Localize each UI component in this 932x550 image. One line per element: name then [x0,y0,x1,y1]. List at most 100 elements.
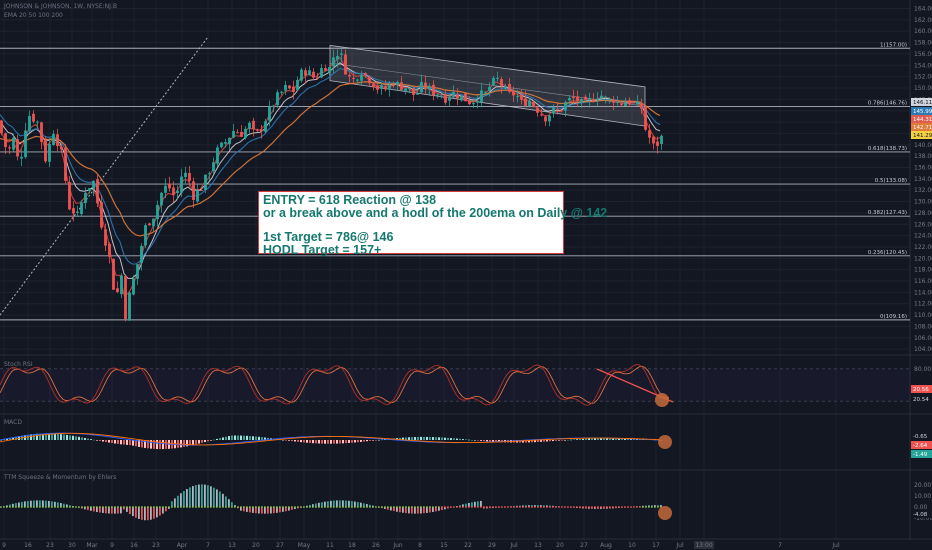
ttm-squeeze-dot [33,506,35,508]
candle-body [348,74,351,77]
ttm-squeeze-dot [603,506,605,508]
ttm-squeeze-dot [390,506,392,508]
ttm-squeeze-dot [624,506,626,508]
ttm-histogram-bar [201,484,203,507]
ttm-histogram-bar [270,507,272,514]
macd-histogram-bar [417,436,419,440]
price-axis-tick: 132.00 [914,187,932,194]
macd-histogram-bar [549,440,551,442]
candle-body [652,136,655,144]
ttm-squeeze-dot [240,506,242,508]
candle-body [12,137,15,150]
candle-body [244,128,247,138]
candle-body [232,130,235,138]
ttm-squeeze-dot [267,506,269,508]
ttm-histogram-bar [420,507,422,514]
ttm-histogram-bar [192,486,194,507]
trading-chart[interactable]: 164.00162.00160.00158.00156.00154.00152.… [0,0,932,550]
ttm-squeeze-dot [147,506,149,508]
macd-histogram-bar [156,440,158,450]
ttm-histogram-bar [33,500,35,507]
ttm-squeeze-dot [174,506,176,508]
trade-plan-annotation[interactable]: ENTRY = 618 Reaction @ 138 or a break ab… [258,191,607,257]
macd-histogram-bar [69,435,71,440]
ttm-squeeze-dot [588,506,590,508]
macd-histogram-bar [159,440,161,450]
candle-body [368,76,371,84]
macd-histogram-bar [321,440,323,444]
time-axis-label: 29 [488,542,496,549]
candle-body [428,86,431,90]
time-axis-label: Aug [600,542,612,549]
candle-body [256,129,259,131]
macd-histogram-bar [345,440,347,444]
ttm-squeeze-dot [417,506,419,508]
candle-body [220,142,223,148]
candle-body [16,139,19,157]
ttm-histogram-bar [339,500,341,507]
candle-body [308,70,311,76]
macd-histogram-bar [213,439,215,441]
ttm-squeeze-dot [630,506,632,508]
indicator-header: EMA 20 50 100 200 [4,12,63,19]
price-axis-tick: 122.00 [914,244,932,251]
ttm-squeeze-dot [21,506,23,508]
ttm-squeeze-dot [315,506,317,508]
price-axis-tick: 150.00 [914,85,932,92]
ttm-squeeze-dot [153,506,155,508]
macd-histogram-bar [291,440,293,442]
ttm-squeeze-dot [450,506,452,508]
macd-histogram-bar [420,436,422,440]
candle-body [384,86,387,90]
candle-body [36,121,39,123]
ttm-squeeze-dot [201,506,203,508]
ttm-histogram-bar [153,507,155,519]
candle-body [604,96,607,98]
macd-histogram-bar [465,439,467,441]
ttm-squeeze-dot [99,506,101,508]
candle-body [540,114,543,116]
ttm-squeeze-dot [369,506,371,508]
ttm-histogram-bar [198,484,200,507]
candle-body [644,106,647,130]
macd-histogram-bar [288,440,290,441]
macd-histogram-bar [108,440,110,443]
ttm-squeeze-dot [420,506,422,508]
ttm-squeeze-dot [336,506,338,508]
candle-body [76,211,79,213]
time-axis-label: 27 [276,542,284,549]
macd-histogram-bar [219,438,221,440]
ttm-squeeze-dot [561,506,563,508]
macd-histogram-bar [90,439,92,440]
macd-histogram-bar [129,440,131,446]
ttm-squeeze-dot [363,506,365,508]
ttm-squeeze-dot [414,506,416,508]
candle-body [48,143,51,162]
time-axis-label: 13:00 [695,542,712,549]
ttm-histogram-bar [39,500,41,507]
candle-body [340,53,343,55]
candle-body [532,101,535,107]
ttm-squeeze-dot [150,506,152,508]
ttm-squeeze-dot [540,506,542,508]
time-axis-label: 30 [68,542,76,549]
candle-body [320,68,323,78]
ttm-squeeze-dot [477,506,479,508]
price-axis-tick: 140.00 [914,142,932,149]
macd-highlight-circle [658,435,672,449]
candle-body [92,180,95,189]
candle-body [512,90,515,96]
ttm-histogram-bar [408,507,410,514]
time-axis-label: 27 [580,542,588,549]
macd-histogram-bar [480,440,482,441]
ttm-squeeze-dot [36,506,38,508]
ttm-histogram-bar [180,493,182,507]
candle-body [596,98,599,101]
ttm-squeeze-dot [39,506,41,508]
ttm-squeeze-dot [321,506,323,508]
price-axis-tick: 156.00 [914,51,932,58]
price-axis-tick: 162.00 [914,17,932,24]
macd-histogram-bar [555,440,557,441]
ttm-histogram-bar [129,507,131,515]
candle-body [268,106,271,121]
